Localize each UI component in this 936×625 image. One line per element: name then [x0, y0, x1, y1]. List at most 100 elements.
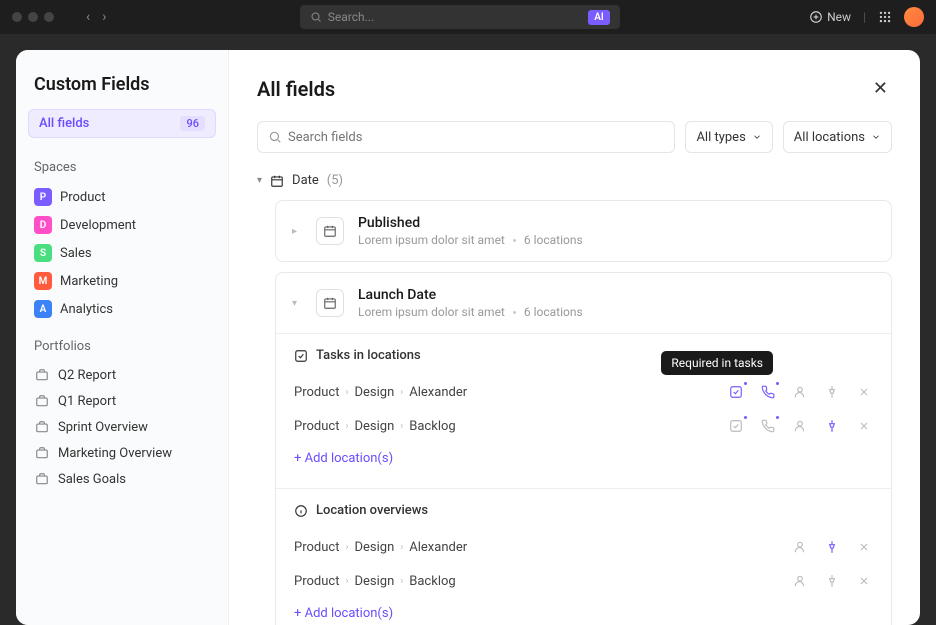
chevron-right-icon: › — [400, 387, 403, 398]
pin-icon[interactable] — [823, 572, 841, 590]
chevron-right-icon: › — [345, 576, 348, 587]
user-icon[interactable] — [791, 417, 809, 435]
user-icon[interactable] — [791, 383, 809, 401]
briefcase-icon — [34, 471, 50, 487]
chevron-down-icon[interactable]: ▾ — [292, 298, 302, 309]
user-icon[interactable] — [791, 538, 809, 556]
row-actions — [791, 538, 873, 556]
breadcrumb-segment[interactable]: Design — [354, 540, 394, 555]
chevron-down-icon[interactable]: ▾ — [257, 175, 262, 186]
search-icon — [268, 130, 282, 144]
sidebar-item-portfolio[interactable]: Marketing Overview — [28, 440, 216, 466]
breadcrumb-segment[interactable]: Product — [294, 574, 339, 589]
breadcrumb-segment[interactable]: Design — [354, 419, 394, 434]
briefcase-icon — [34, 393, 50, 409]
breadcrumb-segment[interactable]: Product — [294, 540, 339, 555]
pin-icon[interactable] — [823, 538, 841, 556]
breadcrumb-segment[interactable]: Alexander — [409, 385, 467, 400]
calendar-icon — [316, 217, 344, 245]
sidebar-item-portfolio[interactable]: Sales Goals — [28, 466, 216, 492]
field-card-published: ▸ Published Lorem ipsum dolor sit amet 6… — [275, 200, 892, 262]
plus-circle-icon — [809, 10, 823, 24]
overviews-header: Location overviews — [294, 503, 873, 518]
breadcrumb-segment[interactable]: Backlog — [409, 419, 455, 434]
remove-icon[interactable] — [855, 417, 873, 435]
new-button[interactable]: New — [809, 10, 851, 24]
group-header[interactable]: ▾ Date (5) — [257, 169, 892, 192]
tasks-header: Tasks in locations — [294, 348, 873, 363]
ai-badge[interactable]: AI — [588, 10, 610, 25]
sidebar-item-space[interactable]: DDevelopment — [28, 211, 216, 239]
tooltip: Required in tasks — [661, 351, 773, 375]
field-row[interactable]: ▸ Published Lorem ipsum dolor sit amet 6… — [276, 201, 891, 261]
sidebar-item-space[interactable]: MMarketing — [28, 267, 216, 295]
row-actions — [727, 417, 873, 435]
sidebar-item-portfolio[interactable]: Q1 Report — [28, 388, 216, 414]
field-card-launch-date: ▾ Launch Date Lorem ipsum dolor sit amet… — [275, 272, 892, 625]
portfolio-label: Q2 Report — [58, 368, 116, 383]
remove-icon[interactable] — [855, 538, 873, 556]
allfields-nav[interactable]: All fields 96 — [28, 109, 216, 138]
breadcrumb-segment[interactable]: Design — [354, 385, 394, 400]
expanded-panel: Tasks in locations Product › Design › Alexan… — [276, 333, 891, 625]
breadcrumb: Product›Design›Backlog — [294, 574, 456, 589]
search-bar: Search... AI — [118, 5, 801, 29]
field-name: Launch Date — [358, 287, 875, 303]
pin-icon[interactable] — [823, 417, 841, 435]
row-actions: Required in tasks — [727, 383, 873, 401]
user-icon[interactable] — [791, 572, 809, 590]
space-icon: P — [34, 188, 52, 206]
space-label: Development — [60, 218, 136, 233]
add-location-button[interactable]: + Add location(s) — [294, 598, 873, 625]
chevron-right-icon: › — [400, 421, 403, 432]
field-search-input[interactable] — [288, 130, 664, 145]
breadcrumb-segment[interactable]: Design — [354, 574, 394, 589]
traffic-lights — [12, 12, 54, 22]
breadcrumb-segment[interactable]: Product — [294, 385, 339, 400]
location-row: Product›Design›Backlog — [294, 409, 873, 443]
space-label: Product — [60, 190, 105, 205]
close-button[interactable]: ✕ — [869, 74, 892, 103]
sidebar-item-portfolio[interactable]: Sprint Overview — [28, 414, 216, 440]
chevron-right-icon: › — [400, 542, 403, 553]
spaces-header: Spaces — [28, 156, 216, 179]
panel-header: All fields ✕ — [257, 74, 892, 103]
remove-icon[interactable] — [855, 383, 873, 401]
chevron-right-icon[interactable]: ▸ — [292, 226, 302, 237]
required-task-icon[interactable] — [727, 383, 745, 401]
sidebar-item-space[interactable]: SSales — [28, 239, 216, 267]
required-task-icon[interactable] — [727, 417, 745, 435]
briefcase-icon — [34, 445, 50, 461]
space-label: Analytics — [60, 302, 113, 317]
min-dot[interactable] — [28, 12, 38, 22]
remove-icon[interactable] — [855, 572, 873, 590]
space-icon: M — [34, 272, 52, 290]
breadcrumb-segment[interactable]: Product — [294, 419, 339, 434]
location-row: Product›Design›Backlog — [294, 564, 873, 598]
row-actions — [791, 572, 873, 590]
breadcrumb-segment[interactable]: Backlog — [409, 574, 455, 589]
phone-icon[interactable] — [759, 383, 777, 401]
locations-dropdown[interactable]: All locations — [783, 121, 892, 153]
sidebar-item-space[interactable]: AAnalytics — [28, 295, 216, 323]
avatar[interactable] — [904, 7, 924, 27]
field-row[interactable]: ▾ Launch Date Lorem ipsum dolor sit amet… — [276, 273, 891, 333]
apps-icon[interactable] — [878, 10, 892, 24]
max-dot[interactable] — [44, 12, 54, 22]
back-button[interactable]: ‹ — [82, 7, 94, 27]
close-dot[interactable] — [12, 12, 22, 22]
search-icon — [310, 11, 322, 23]
breadcrumb-segment[interactable]: Alexander — [409, 540, 467, 555]
global-search[interactable]: Search... AI — [300, 5, 620, 29]
sidebar-item-space[interactable]: P Product — [28, 183, 216, 211]
chevron-right-icon: › — [345, 542, 348, 553]
phone-icon[interactable] — [759, 417, 777, 435]
forward-button[interactable]: › — [98, 7, 110, 27]
sidebar: Custom Fields All fields 96 Spaces PProd… — [16, 50, 229, 625]
add-location-button[interactable]: + Add location(s) — [294, 443, 873, 474]
briefcase-icon — [34, 367, 50, 383]
types-dropdown[interactable]: All types — [685, 121, 772, 153]
sidebar-item-portfolio[interactable]: Q2 Report — [28, 362, 216, 388]
pin-icon[interactable] — [823, 383, 841, 401]
field-search-wrapper — [257, 121, 675, 153]
